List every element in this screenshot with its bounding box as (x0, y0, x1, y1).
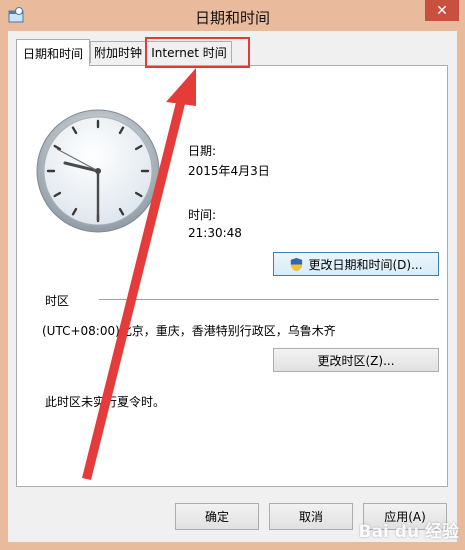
change-timezone-button[interactable]: 更改时区(Z)... (273, 348, 439, 372)
time-label: 时间: (188, 208, 217, 222)
date-label: 日期: (188, 144, 217, 158)
close-button[interactable]: ✕ (425, 0, 459, 21)
uac-shield-icon (291, 257, 303, 271)
dst-note: 此时区未实行夏令时。 (45, 395, 166, 409)
title-bar[interactable]: 日期和时间 ✕ (0, 0, 465, 32)
change-date-time-button[interactable]: 更改日期和时间(D)... (273, 252, 439, 276)
tab-panel-date-time: 日期: 2015年4月3日 时间: 21:30:48 更改日期和时间(D)...… (16, 65, 448, 487)
window: 日期和时间 ✕ 日期和时间 附加时钟 Internet 时间 日期: 2015年… (0, 0, 465, 550)
cancel-button[interactable]: 取消 (269, 503, 353, 530)
ok-button[interactable]: 确定 (175, 503, 259, 530)
baidu-watermark: Bai du 经验 (358, 522, 459, 542)
window-title: 日期和时间 (194, 9, 270, 27)
tab-strip: 日期和时间 附加时钟 Internet 时间 (8, 31, 457, 68)
annotation-highlight-box (145, 37, 250, 68)
date-value: 2015年4月3日 (188, 164, 270, 178)
change-date-time-label: 更改日期和时间(D)... (308, 257, 423, 272)
timezone-section-label: 时区 (45, 294, 70, 308)
timezone-value: (UTC+08:00)北京，重庆，香港特别行政区，乌鲁木齐 (42, 324, 336, 338)
tab-date-time[interactable]: 日期和时间 (16, 39, 90, 66)
time-value: 21:30:48 (188, 226, 242, 240)
tab-additional-clocks[interactable]: 附加时钟 (90, 41, 146, 63)
analog-clock-icon (36, 109, 160, 233)
dialog-client: 日期和时间 附加时钟 Internet 时间 日期: 2015年4月3日 时间:… (8, 31, 457, 542)
timezone-divider (99, 299, 439, 300)
close-icon: ✕ (436, 2, 448, 19)
